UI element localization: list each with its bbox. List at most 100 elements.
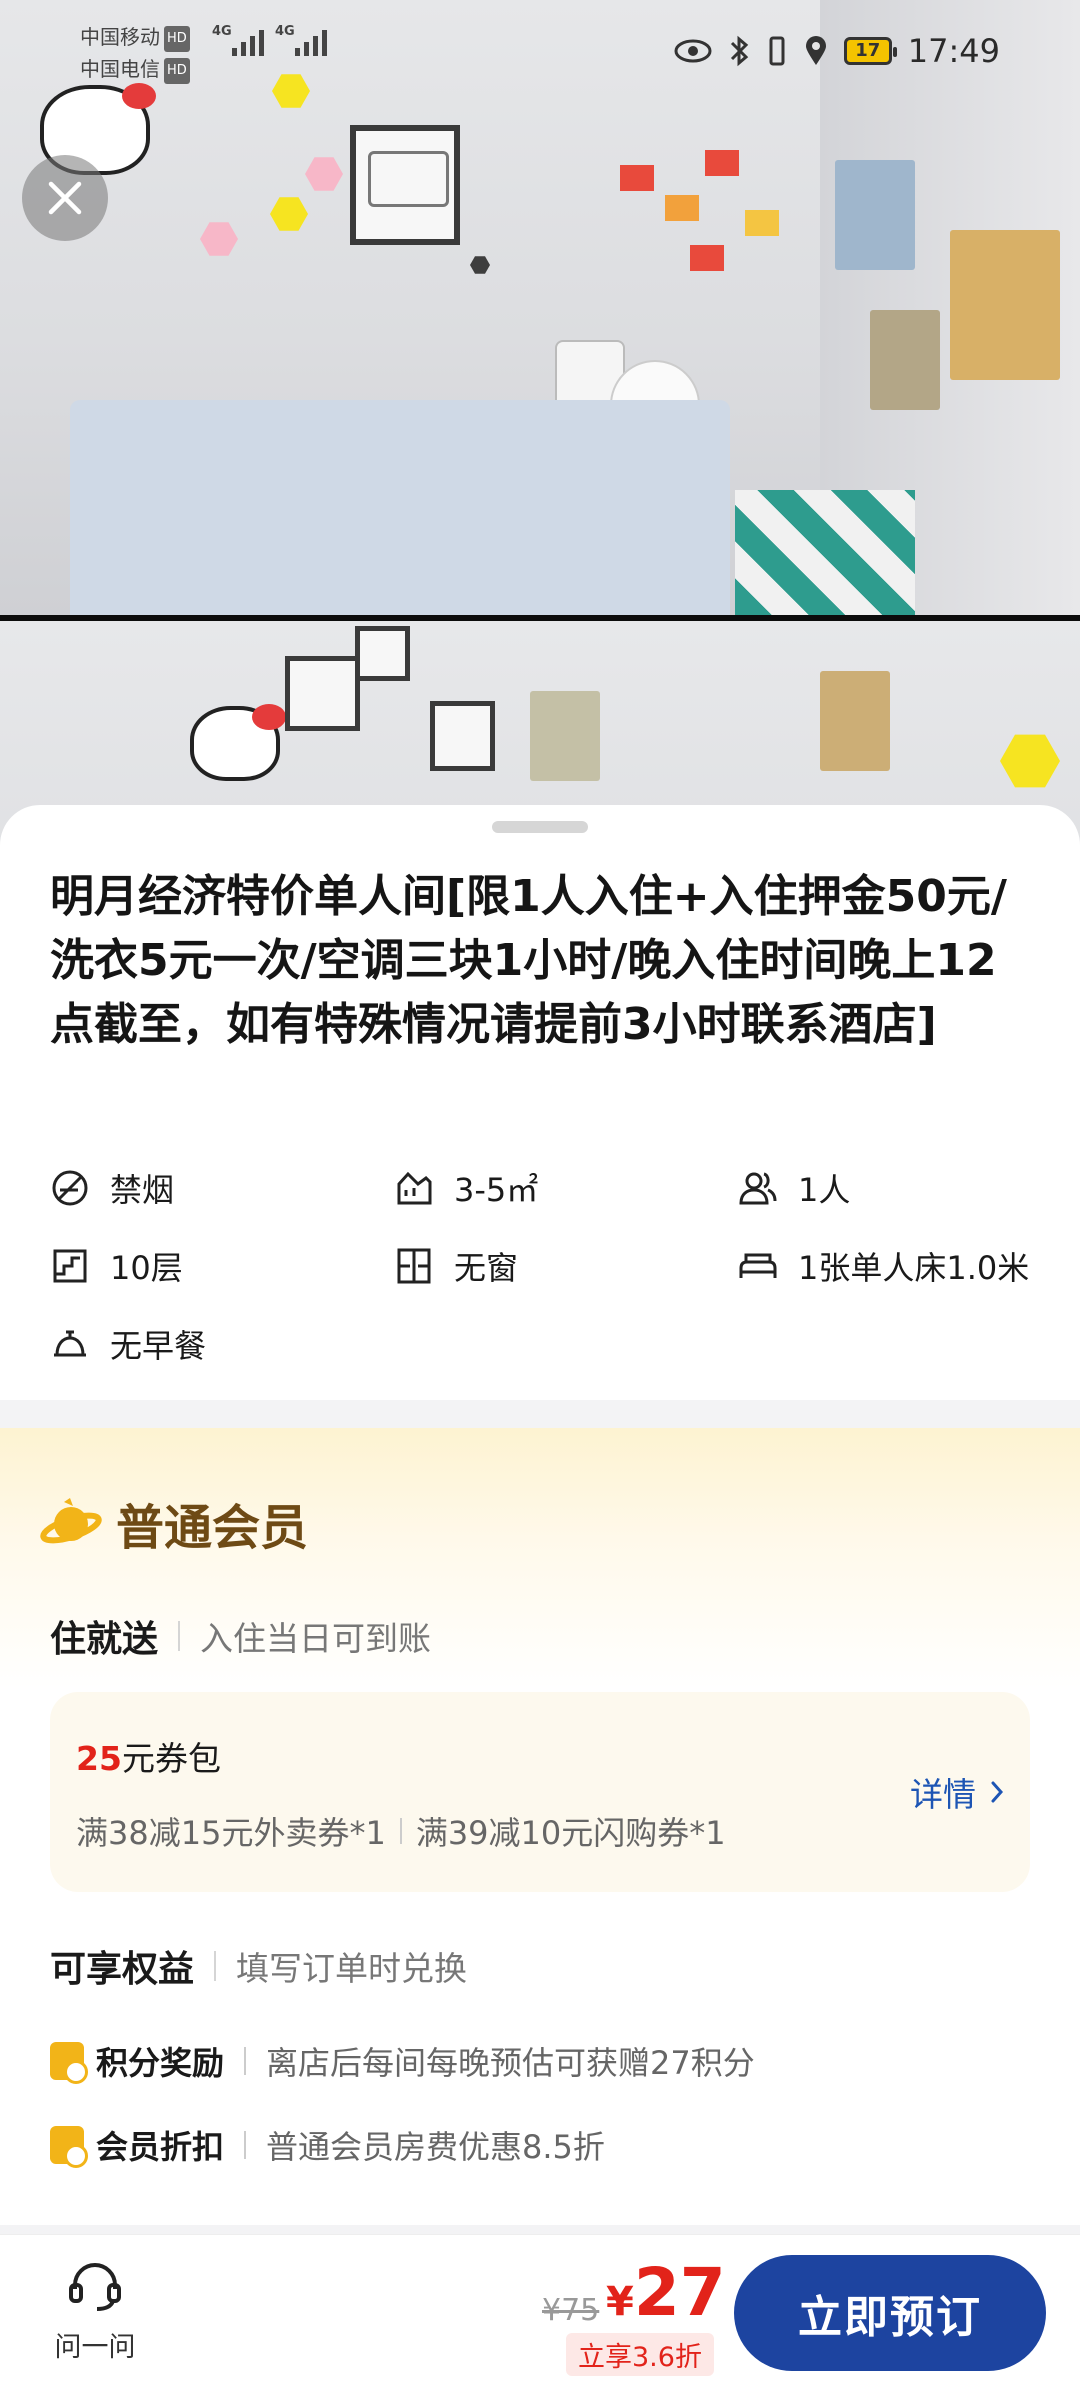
discount-tag: 立享3.6折 [566,2333,714,2376]
network-type-2: 4G [275,24,295,39]
facility-label: 1张单人床1.0米 [798,1249,1030,1287]
room-info-sheet: 明月经济特价单人间[限1人入住+入住押金50元/洗衣5元一次/空调三块1小时/晚… [0,805,1080,1400]
facility-area: 3-5㎡ [394,1165,538,1211]
facility-label: 10层 [110,1249,183,1287]
carrier-label: 中国移动 HD [80,24,190,52]
facility-floor: 10层 [50,1243,183,1289]
photo-decoration [530,691,600,781]
divider [214,1951,217,1981]
member-discount-icon [50,2126,88,2168]
coupon-amount: 25 [76,1739,122,1778]
photo-decoration [950,230,1060,380]
photo-decoration [690,245,724,271]
detail-label: 详情 [910,1775,976,1814]
signal-icon: 4G [275,24,327,56]
photo-decoration [870,310,940,410]
network-type-1: 4G [212,24,232,39]
carrier-label: 中国电信 HD [80,56,190,84]
benefits-note: 填写订单时兑换 [236,1949,468,1988]
points-reward-icon [50,2042,88,2084]
facility-occupancy: 1人 [738,1165,850,1211]
benefit-name: 积分奖励 [96,2044,225,2082]
room-title: 明月经济特价单人间[限1人入住+入住押金50元/洗衣5元一次/空调三块1小时/晚… [50,871,1007,1050]
carrier-2-text: 中国电信 [80,57,160,81]
coupon-card[interactable]: 25元券包 满38减15元外卖券*1 满39减10元闪购券*1 详情 [50,1692,1030,1892]
photo-decoration [745,210,779,236]
benefit-desc: 离店后每间每晚预估可获赠27积分 [266,2044,755,2082]
benefits-row: 可享权益 填写订单时兑换 [50,1940,467,1992]
hd-badge: HD [164,58,190,84]
stay-gift-label: 住就送 [50,1619,159,1660]
ask-label: 问一问 [54,2332,136,2363]
facility-label: 3-5㎡ [454,1171,539,1209]
photo-decoration [735,490,915,615]
benefit-name: 会员折扣 [96,2128,225,2166]
floor-icon [53,1249,87,1283]
status-bar: 中国移动 HD 中国电信 HD 4G 4G 17 17:49 [0,0,1080,100]
photo-decoration [190,704,286,781]
photo-decoration [270,197,308,231]
photo-decoration [820,671,890,771]
sheet-drag-handle[interactable] [492,821,588,833]
service-bell-icon [54,1330,86,1357]
divider [178,1621,181,1651]
stay-gift-note: 入住当日可到账 [200,1619,432,1658]
book-now-button[interactable]: 立即预订 [734,2255,1046,2371]
benefit-discount: 会员折扣 普通会员房费优惠8.5折 [50,2122,605,2168]
divider [244,2047,247,2075]
price-value: 27 [633,2254,726,2331]
hd-badge: HD [164,26,190,52]
battery-icon: 17 [843,37,897,65]
status-icons: 17 17:49 [674,32,1000,70]
photo-decoration [350,125,460,245]
bottom-action-bar: 问一问 ¥75 ¥ 27 立享3.6折 立即预订 [0,2234,1080,2400]
people-icon [739,1172,777,1205]
divider [399,1818,402,1844]
clock: 17:49 [907,32,1000,70]
facility-breakfast: 无早餐 [50,1321,206,1367]
photo-decoration [200,222,238,256]
member-header: 普通会员 [40,1488,308,1558]
facility-no-smoking: 禁烟 [50,1165,174,1211]
vibrate-icon [769,36,785,66]
coupon-description: 满38减15元外卖券*1 满39减10元闪购券*1 [76,1808,726,1854]
photo-decoration [470,256,490,274]
signal-icon: 4G [212,24,264,56]
close-button[interactable] [22,155,108,241]
close-icon [48,181,82,215]
customer-service-icon [69,2263,121,2311]
currency-symbol: ¥ [606,2279,634,2325]
stay-gift-row: 住就送 入住当日可到账 [50,1610,431,1662]
member-section: 普通会员 住就送 入住当日可到账 25元券包 满38减15元外卖券*1 满39减… [0,1428,1080,2225]
area-icon [397,1171,432,1205]
benefits-label: 可享权益 [50,1949,195,1990]
chevron-right-icon [991,1781,1004,1803]
photo-decoration [1000,734,1060,788]
coupon-title: 25元券包 [76,1732,221,1780]
photo-decoration [705,150,739,176]
coupon-detail-link[interactable]: 详情 [910,1768,1004,1816]
coupon-item: 满38减15元外卖券*1 [76,1814,386,1852]
no-smoking-icon [52,1170,88,1206]
bluetooth-icon [730,35,748,67]
member-planet-icon [40,1498,102,1544]
photo-decoration [835,160,915,270]
photo-decoration [620,165,654,191]
current-price: ¥ 27 [606,2253,726,2333]
photo-decoration [430,701,495,771]
facility-label: 禁烟 [110,1171,175,1209]
facility-label: 无早餐 [110,1327,207,1365]
divider [244,2131,247,2159]
ask-button[interactable]: 问一问 [50,2261,140,2364]
original-price: ¥75 [542,2293,600,2328]
eye-icon [674,39,712,63]
member-level-title: 普通会员 [116,1500,309,1556]
benefit-points: 积分奖励 离店后每间每晚预估可获赠27积分 [50,2038,755,2084]
facility-label: 无窗 [454,1249,519,1287]
benefit-desc: 普通会员房费优惠8.5折 [266,2128,605,2166]
bed-icon [739,1253,777,1278]
coupon-item: 满39减10元闪购券*1 [415,1814,726,1852]
photo-decoration [665,195,699,221]
coupon-suffix: 元券包 [121,1739,221,1778]
photo-decoration [355,626,410,681]
